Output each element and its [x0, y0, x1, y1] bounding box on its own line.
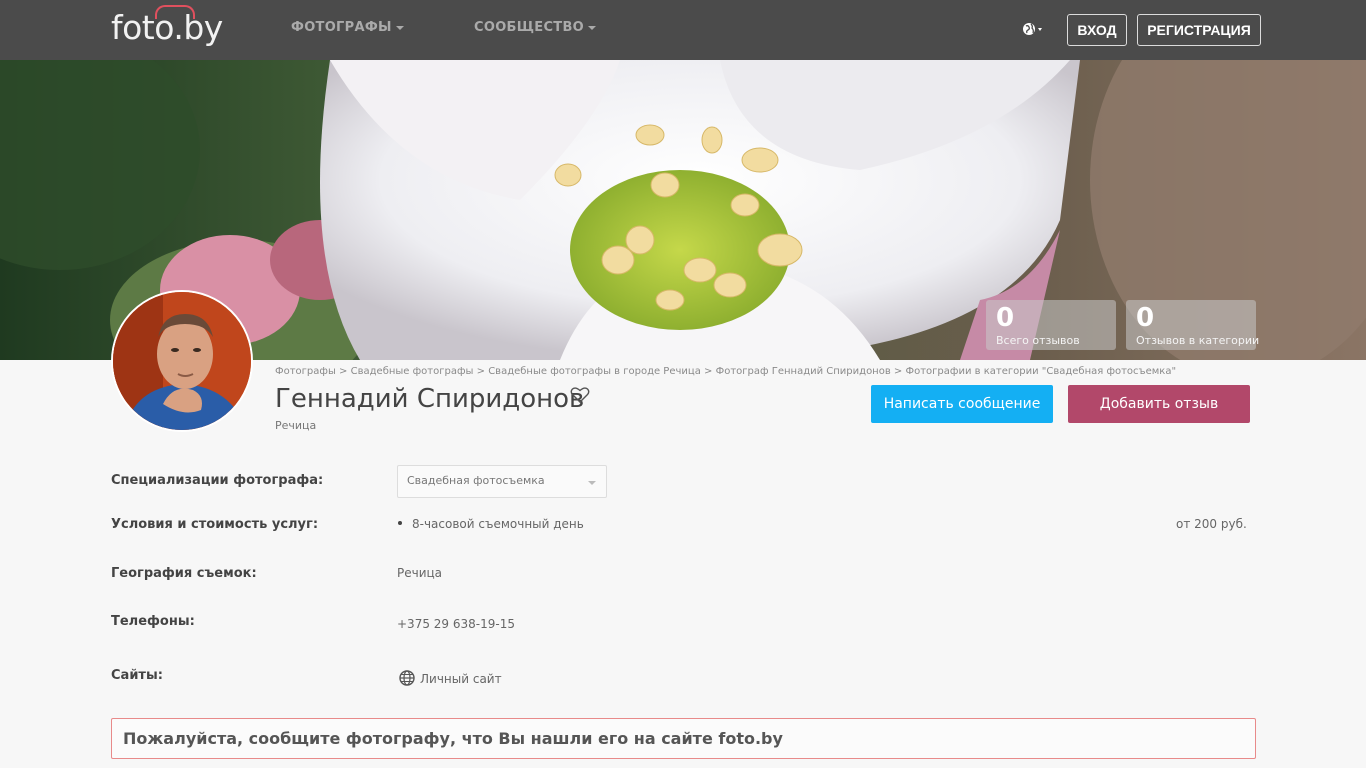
chevron-down-icon: [588, 481, 596, 485]
breadcrumb-item[interactable]: Свадебные фотографы в городе Речица: [488, 366, 701, 377]
breadcrumb-separator: >: [893, 366, 903, 377]
breadcrumb-item[interactable]: Свадебные фотографы: [351, 366, 474, 377]
logo-roof-mark: [155, 5, 195, 19]
nav-community[interactable]: СООБЩЕСТВО: [474, 20, 597, 35]
stat-category-reviews: 0 Отзывов в категории: [1126, 300, 1260, 350]
breadcrumb-separator: >: [476, 366, 485, 377]
breadcrumb-item[interactable]: Фотограф Геннадий Спиридонов: [716, 366, 891, 377]
register-button[interactable]: РЕГИСТРАЦИЯ: [1137, 14, 1261, 46]
stat-category-reviews-label: Отзывов в категории: [1136, 334, 1260, 347]
avatar[interactable]: [111, 290, 253, 432]
specialization-select[interactable]: Свадебная фотосъемка: [397, 465, 607, 498]
phone-value: +375 29 638-19-15: [397, 617, 515, 631]
stat-total-reviews-label: Всего отзывов: [996, 334, 1080, 347]
breadcrumb-item[interactable]: Фотографии в категории "Свадебная фотосъ…: [906, 366, 1177, 377]
chevron-down-icon: [395, 25, 404, 30]
heart-icon: [570, 387, 590, 403]
sites-label: Сайты:: [111, 668, 163, 683]
avatar-photo: [113, 292, 251, 430]
service-item: 8-часовой съемочный день: [412, 517, 584, 531]
site-logo[interactable]: foto.by: [111, 5, 223, 47]
nav-photographers-label: ФОТОГРАФЫ: [291, 20, 392, 35]
services-label: Условия и стоимость услуг:: [111, 517, 319, 532]
globe-icon: [399, 670, 415, 686]
geography-label: География съемок:: [111, 566, 257, 581]
breadcrumb-separator: >: [339, 366, 348, 377]
specialization-selected-value: Свадебная фотосъемка: [407, 474, 545, 487]
top-navbar: foto.by ФОТОГРАФЫ СООБЩЕСТВО ВХОД РЕГИСТ…: [0, 0, 1366, 60]
breadcrumb: Фотографы > Свадебные фотографы > Свадеб…: [275, 366, 1176, 377]
breadcrumb-item[interactable]: Фотографы: [275, 366, 336, 377]
photographer-name: Геннадий Спиридонов: [275, 384, 585, 414]
nav-community-label: СООБЩЕСТВО: [474, 20, 585, 35]
write-message-button[interactable]: Написать сообщение: [871, 385, 1053, 423]
add-review-button[interactable]: Добавить отзыв: [1068, 385, 1250, 423]
notice-banner: Пожалуйста, сообщите фотографу, что Вы н…: [111, 718, 1256, 759]
stat-total-reviews: 0 Всего отзывов: [986, 300, 1116, 350]
personal-site-link[interactable]: Личный сайт: [399, 670, 502, 686]
globe-icon: [1023, 23, 1042, 35]
personal-site-label: Личный сайт: [420, 672, 502, 686]
bullet-icon: [398, 521, 402, 525]
login-button[interactable]: ВХОД: [1067, 14, 1127, 46]
specialization-label: Специализации фотографа:: [111, 473, 324, 488]
chevron-down-icon: [588, 25, 597, 30]
breadcrumb-separator: >: [704, 366, 713, 377]
geography-value: Речица: [397, 566, 443, 580]
favorite-button[interactable]: [570, 386, 590, 404]
service-price: от 200 руб.: [1176, 517, 1247, 531]
nav-photographers[interactable]: ФОТОГРАФЫ: [291, 20, 404, 35]
phones-label: Телефоны:: [111, 614, 195, 629]
language-switcher[interactable]: [1022, 21, 1048, 39]
photographer-city: Речица: [275, 419, 317, 432]
stat-total-reviews-value: 0: [996, 303, 1015, 333]
stat-category-reviews-value: 0: [1136, 303, 1155, 333]
